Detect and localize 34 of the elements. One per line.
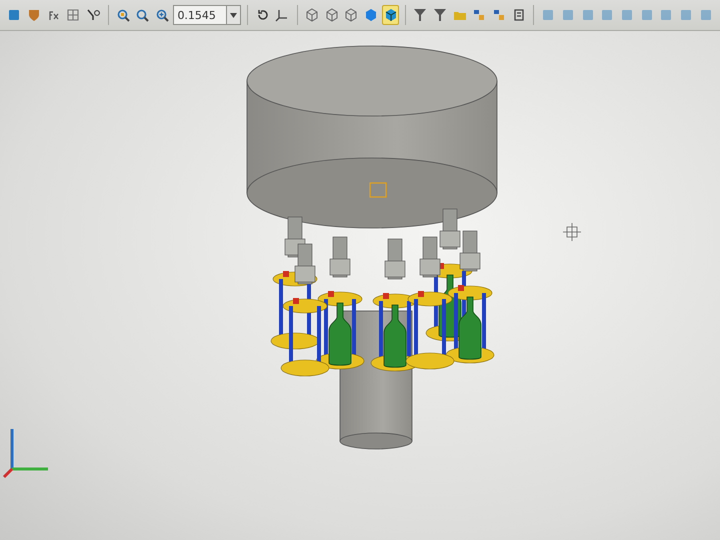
grid-icon [66,8,80,22]
crosshair-icon [562,222,582,242]
square-icon [580,8,595,22]
filter-icon [413,8,428,22]
tree-icon [492,8,506,22]
document-icon [512,8,526,22]
square-icon [698,8,713,22]
zoom-icon [155,8,170,22]
zoom-scale-field[interactable]: 0.1545 [173,5,242,25]
square-icon [541,8,556,22]
cube-icon [364,8,378,22]
filter-icon [432,8,447,22]
caret-icon [230,12,238,18]
dropdown-button[interactable] [226,6,240,24]
tree-icon [472,8,486,22]
zoom-icon [135,8,150,22]
square-icon [7,8,22,22]
zoom-icon [116,8,130,22]
square-icon [600,8,614,22]
zoom-scale-input[interactable]: 0.1545 [174,8,226,22]
shield-icon [27,8,42,22]
cube-icon [344,8,358,22]
axes-icon [275,8,290,22]
cube-icon [324,8,339,22]
square-icon [659,8,674,22]
square-icon [560,8,575,22]
square-icon [640,8,654,22]
cube-icon [384,8,398,22]
square-icon [620,8,634,22]
axis-triad-icon [2,429,48,478]
toolbar-button[interactable] [382,5,399,25]
cube-icon [304,8,319,22]
square-icon [679,8,694,22]
rotate-icon [256,8,270,22]
